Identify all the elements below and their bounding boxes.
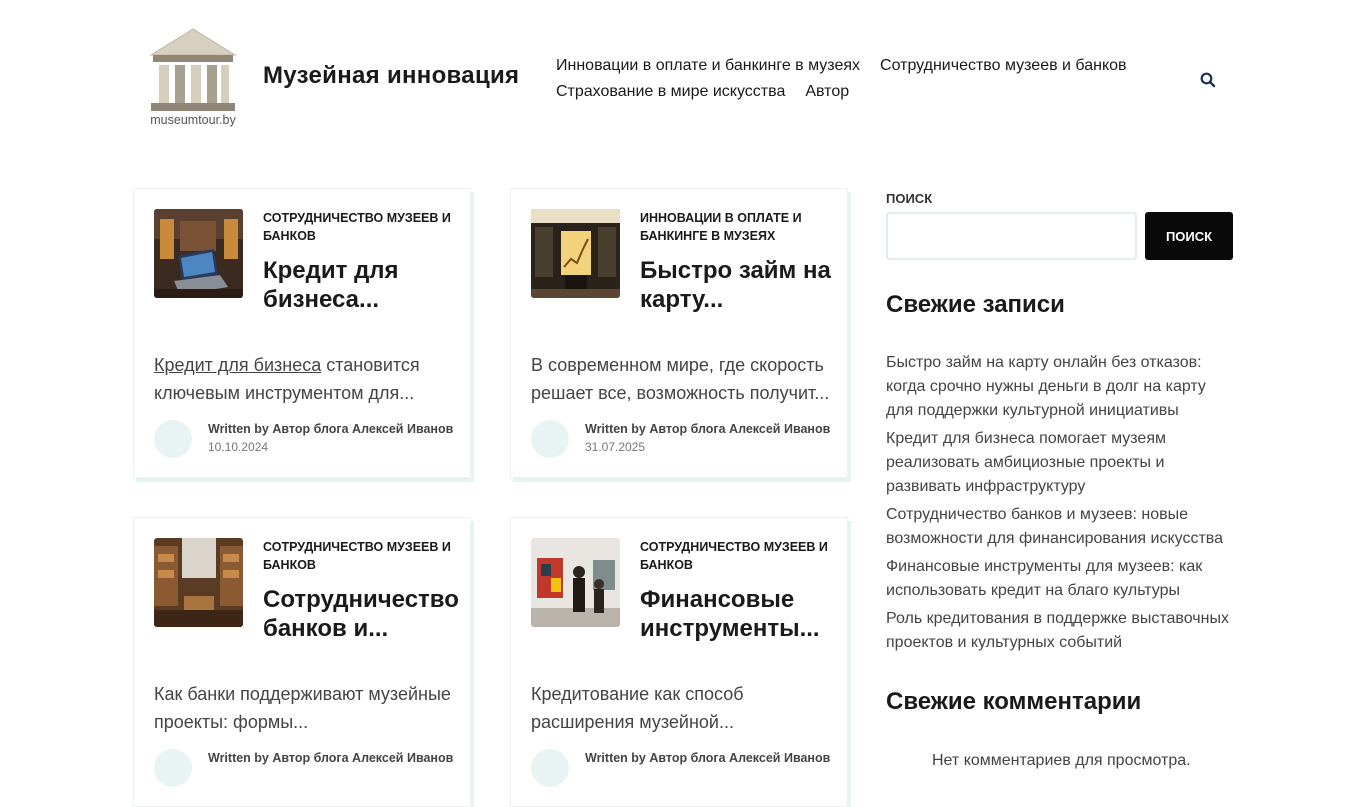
post-thumbnail[interactable]: [154, 209, 243, 298]
nav-item-author[interactable]: Автор: [805, 83, 849, 101]
recent-comments-heading: Свежие комментарии: [886, 688, 1142, 715]
recent-post-link[interactable]: Кредит для бизнеса помогает музеям реали…: [886, 430, 1166, 495]
laptop-in-museum-image: [154, 209, 243, 298]
post-card: Сотрудничество музеев и банков Финансовы…: [510, 517, 848, 807]
recent-posts-heading: Свежие записи: [886, 291, 1065, 318]
museum-building-icon: [149, 28, 237, 111]
post-author[interactable]: Written by Автор блога Алексей Иванов: [208, 422, 453, 436]
post-thumbnail[interactable]: [531, 209, 620, 298]
post-title[interactable]: Быстро займ на карту...: [640, 256, 835, 314]
nav-item-innovations[interactable]: Инновации в оплате и банкинге в музеях: [556, 57, 860, 75]
list-item: Сотрудничество банков и музеев: новые во…: [886, 503, 1236, 551]
site-logo[interactable]: museumtour.by: [145, 27, 241, 131]
author-avatar[interactable]: [531, 420, 569, 458]
post-author[interactable]: Written by Автор блога Алексей Иванов: [208, 751, 453, 765]
post-category[interactable]: Сотрудничество музеев и банков: [263, 209, 453, 245]
author-avatar[interactable]: [531, 749, 569, 787]
post-excerpt: Кредитование как способ расширения музей…: [531, 684, 744, 732]
recent-posts-list: Быстро займ на карту онлайн без отказов:…: [886, 351, 1236, 659]
search-toggle-button[interactable]: [1199, 71, 1217, 89]
post-thumbnail[interactable]: [154, 538, 243, 627]
post-category[interactable]: Сотрудничество музеев и банков: [640, 538, 830, 574]
nav-item-cooperation[interactable]: Сотрудничество музеев и банков: [880, 57, 1127, 75]
post-card: Сотрудничество музеев и банков Сотруднич…: [133, 517, 471, 807]
museum-hall-image: [154, 538, 243, 627]
site-title[interactable]: Музейная инновация: [263, 62, 519, 90]
search-icon: [1200, 72, 1216, 88]
main-nav: Инновации в оплате и банкинге в музеях С…: [556, 53, 1176, 105]
post-author[interactable]: Written by Автор блога Алексей Иванов: [585, 422, 830, 436]
post-author[interactable]: Written by Автор блога Алексей Иванов: [585, 751, 830, 765]
post-excerpt: Кредит для бизнеса становится ключевым и…: [154, 351, 454, 407]
gallery-visitors-image: [531, 538, 620, 627]
post-card: Инновации в оплате и банкинге в музеях Б…: [510, 188, 848, 478]
author-avatar[interactable]: [154, 420, 192, 458]
post-excerpt: В современном мире, где скорость решает …: [531, 355, 830, 403]
list-item: Роль кредитования в поддержке выставочны…: [886, 607, 1236, 655]
post-title[interactable]: Кредит для бизнеса...: [263, 256, 458, 314]
post-category[interactable]: Сотрудничество музеев и банков: [263, 538, 453, 574]
recent-post-link[interactable]: Финансовые инструменты для музеев: как и…: [886, 558, 1202, 599]
post-excerpt: Как банки поддерживают музейные проекты:…: [154, 684, 451, 732]
recent-post-link[interactable]: Роль кредитования в поддержке выставочны…: [886, 610, 1229, 651]
list-item: Быстро займ на карту онлайн без отказов:…: [886, 351, 1236, 423]
logo-caption: museumtour.by: [150, 113, 236, 127]
post-card: Сотрудничество музеев и банков Кредит дл…: [133, 188, 471, 478]
post-date: 31.07.2025: [585, 440, 646, 454]
post-title[interactable]: Финансовые инструменты...: [640, 585, 835, 643]
post-title[interactable]: Сотрудничество банков и...: [263, 585, 459, 643]
post-category[interactable]: Инновации в оплате и банкинге в музеях: [640, 209, 830, 245]
recent-post-link[interactable]: Быстро займ на карту онлайн без отказов:…: [886, 354, 1206, 419]
search-label: Поиск: [886, 191, 933, 206]
list-item: Кредит для бизнеса помогает музеям реали…: [886, 427, 1236, 499]
post-date: 10.10.2024: [208, 440, 269, 454]
search-input[interactable]: [886, 212, 1137, 260]
nav-item-insurance[interactable]: Страхование в мире искусства: [556, 83, 785, 101]
post-thumbnail[interactable]: [531, 538, 620, 627]
list-item: Финансовые инструменты для музеев: как и…: [886, 555, 1236, 603]
no-comments-text: Нет комментариев для просмотра.: [932, 752, 1191, 769]
recent-post-link[interactable]: Сотрудничество банков и музеев: новые во…: [886, 506, 1223, 547]
author-avatar[interactable]: [154, 749, 192, 787]
glowing-exhibit-image: [531, 209, 620, 298]
excerpt-link[interactable]: Кредит для бизнеса: [154, 355, 321, 375]
search-button[interactable]: Поиск: [1145, 212, 1233, 260]
